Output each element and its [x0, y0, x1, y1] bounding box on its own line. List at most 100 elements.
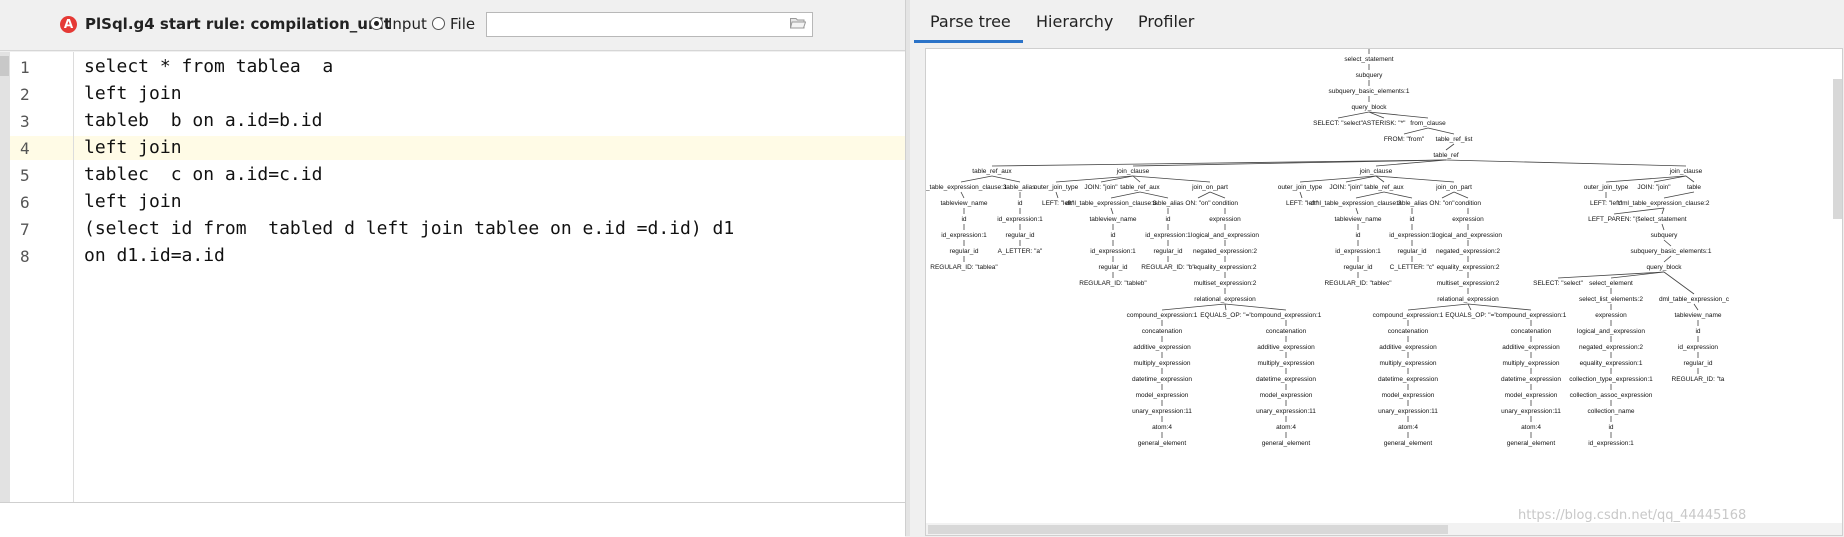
tree-node-id-expression-1[interactable]: id_expression:1: [997, 216, 1043, 223]
tree-node-multiply-expression[interactable]: multiply_expression: [1379, 360, 1436, 367]
tree-node-additive-expression[interactable]: additive_expression: [1133, 344, 1191, 351]
tree-node-regular-id[interactable]: regular_id: [1154, 248, 1183, 255]
tree-node-c-letter[interactable]: C_LETTER: "c": [1390, 264, 1435, 271]
tree-node-expression[interactable]: expression: [1595, 312, 1627, 319]
tree-node-select-list-elements-2[interactable]: select_list_elements:2: [1579, 296, 1643, 303]
tree-node-collection-assoc-expression[interactable]: collection_assoc_expression: [1570, 392, 1653, 399]
tree-node-relational-expression[interactable]: relational_expression: [1437, 296, 1499, 303]
tree-node-id-expression-1[interactable]: id_expression:1: [1335, 248, 1381, 255]
file-radio-label[interactable]: File: [450, 15, 475, 33]
tab-profiler[interactable]: Profiler: [1138, 12, 1194, 31]
tree-node-id[interactable]: id: [1165, 216, 1170, 223]
tree-node-id-expression-1[interactable]: id_expression:1: [1588, 440, 1634, 447]
tree-node-regular-id[interactable]: regular_id: [1006, 232, 1035, 239]
tree-node-select-elem[interactable]: select_element: [1589, 280, 1633, 287]
tree-node-model-expression[interactable]: model_expression: [1505, 392, 1558, 399]
tree-node-dml-clause-3[interactable]: dml_table_expression_clause:3: [1065, 200, 1156, 207]
tree-node-join-clause[interactable]: join_clause: [1116, 168, 1150, 175]
tree-node-multiset-expression-2[interactable]: multiset_expression:2: [1437, 280, 1500, 287]
tree-node-subquery[interactable]: subquery: [1651, 232, 1678, 239]
tree-node-select-tok[interactable]: SELECT: "select": [1533, 280, 1583, 287]
code-line[interactable]: (select id from tabled d left join table…: [84, 218, 734, 239]
tree-node-compound-expression-1[interactable]: compound_expression:1: [1496, 312, 1567, 319]
tree-node-concatenation[interactable]: concatenation: [1388, 328, 1429, 335]
tree-node-datetime-expression[interactable]: datetime_expression: [1501, 376, 1561, 383]
tree-node-model-expression[interactable]: model_expression: [1260, 392, 1313, 399]
tree-node-id-expression-1[interactable]: id_expression:1: [941, 232, 987, 239]
tree-node-dml-clause-2[interactable]: dml_table_expression_clause:2: [1618, 200, 1709, 207]
tree-node-id-expression-1[interactable]: id_expression:1: [1389, 232, 1435, 239]
tree-node-concatenation[interactable]: concatenation: [1266, 328, 1307, 335]
tree-node-multiply-expression[interactable]: multiply_expression: [1502, 360, 1559, 367]
horizontal-scrollbar-thumb[interactable]: [928, 525, 1448, 534]
tree-node-id[interactable]: id: [1017, 200, 1022, 207]
tree-node-additive-expression[interactable]: additive_expression: [1502, 344, 1560, 351]
file-path-input[interactable]: [486, 12, 813, 37]
tree-node-regular-id-tablec[interactable]: REGULAR_ID: "tablec": [1324, 280, 1392, 287]
tree-node-collection-name[interactable]: collection_name: [1588, 408, 1635, 415]
tree-node-a-letter[interactable]: A_LETTER: "a": [998, 248, 1043, 255]
tree-node-negated-expression-2[interactable]: negated_expression:2: [1579, 344, 1643, 351]
tree-node-join-on-part[interactable]: join_on_part: [1435, 184, 1472, 191]
tree-node-regular-id[interactable]: regular_id: [950, 248, 979, 255]
tree-node-tableview-name[interactable]: tableview_name: [1335, 216, 1382, 223]
code-line[interactable]: tablec c on a.id=c.id: [84, 164, 322, 185]
tree-node-join-tok[interactable]: JOIN: "join": [1084, 184, 1118, 191]
tree-node-table-ref-aux[interactable]: table_ref_aux: [1120, 184, 1160, 191]
tree-node-table-alias[interactable]: table_alias: [1396, 200, 1428, 207]
tree-node-id[interactable]: id: [1355, 232, 1360, 239]
tree-node-equality-expression-1[interactable]: equality_expression:1: [1580, 360, 1643, 367]
tree-node-logical-and-expression[interactable]: logical_and_expression: [1577, 328, 1645, 335]
tree-node-table-ref[interactable]: table_ref: [1433, 152, 1458, 159]
tree-node-subquery-basic-elements[interactable]: subquery_basic_elements:1: [1631, 248, 1712, 255]
code-line[interactable]: tableb b on a.id=b.id: [84, 110, 322, 131]
tree-node-dml-trunc[interactable]: dml_table_expression_c: [1659, 296, 1730, 303]
side-toggle-button[interactable]: [0, 56, 9, 76]
tree-node-additive-expression[interactable]: additive_expression: [1257, 344, 1315, 351]
tree-node-multiply-expression[interactable]: multiply_expression: [1133, 360, 1190, 367]
tree-node-collection-type-expression-1[interactable]: collection_type_expression:1: [1569, 376, 1653, 383]
parse-tree-view[interactable]: data_manipulation_language_statements:3s…: [925, 48, 1843, 536]
tree-node-select-statement-trunc[interactable]: select_statement: [1637, 216, 1686, 223]
vertical-scrollbar[interactable]: [1833, 79, 1842, 219]
tree-node-join-on-part[interactable]: join_on_part: [1191, 184, 1228, 191]
tree-node-unary-expression-11[interactable]: unary_expression:11: [1132, 408, 1192, 415]
tree-node-equality-expression-2[interactable]: equality_expression:2: [1194, 264, 1257, 271]
tree-node-logical-and-expression[interactable]: logical_and_expression: [1434, 232, 1502, 239]
tree-node-table-alias[interactable]: table_alias: [1152, 200, 1184, 207]
tree-node-condition[interactable]: condition: [1455, 200, 1481, 207]
tree-node-general-element[interactable]: general_element: [1507, 440, 1556, 447]
tree-node-logical-and-expression[interactable]: logical_and_expression: [1191, 232, 1259, 239]
tree-node-outer-join-type[interactable]: outer_join_type: [1034, 184, 1079, 191]
tree-node-compound-expression-1[interactable]: compound_expression:1: [1373, 312, 1444, 319]
tree-node-regular-id-trunc[interactable]: REGULAR_ID: "ta: [1672, 376, 1725, 383]
tree-node-tableview-trunc[interactable]: tableview_name: [1675, 312, 1722, 319]
tree-node-condition[interactable]: condition: [1212, 200, 1238, 207]
tree-node-concatenation[interactable]: concatenation: [1142, 328, 1183, 335]
tree-node-datetime-expression[interactable]: datetime_expression: [1132, 376, 1192, 383]
tree-node-on-tok[interactable]: ON: "on": [1185, 200, 1211, 207]
tree-node-outer-join-type[interactable]: outer_join_type: [1584, 184, 1629, 191]
tree-node-on-tok[interactable]: ON: "on": [1429, 200, 1455, 207]
input-radio[interactable]: [370, 17, 383, 30]
tree-node-subquery-basic-elements[interactable]: subquery_basic_elements:1: [1329, 88, 1410, 95]
tree-node-id[interactable]: id: [1110, 232, 1115, 239]
tree-node-atom-4[interactable]: atom:4: [1152, 424, 1172, 431]
code-line[interactable]: select * from tablea a: [84, 56, 333, 77]
tree-node-id[interactable]: id: [1409, 216, 1414, 223]
tree-node-asterisk-tok[interactable]: ASTERISK: "*": [1363, 120, 1407, 127]
code-line[interactable]: on d1.id=a.id: [84, 245, 225, 266]
tree-node-negated-expression-2[interactable]: negated_expression:2: [1436, 248, 1500, 255]
tree-node-regular-id[interactable]: regular_id: [1344, 264, 1373, 271]
tree-node-unary-expression-11[interactable]: unary_expression:11: [1256, 408, 1316, 415]
tree-node-from-tok[interactable]: FROM: "from": [1384, 136, 1425, 143]
tab-parse-tree[interactable]: Parse tree: [930, 12, 1011, 31]
tree-node-select-tok[interactable]: SELECT: "select": [1313, 120, 1363, 127]
tree-node-table-ref-aux[interactable]: table_ref_aux: [1364, 184, 1404, 191]
tree-node-subquery[interactable]: subquery: [1356, 72, 1383, 79]
tree-node-id-expression-1[interactable]: id_expression:1: [1145, 232, 1191, 239]
tree-node-datetime-expression[interactable]: datetime_expression: [1256, 376, 1316, 383]
tree-node-query-block[interactable]: query_block: [1646, 264, 1682, 271]
tree-node-dml-clause-3[interactable]: dml_table_expression_clause:3: [926, 184, 1007, 191]
tree-node-equals-op[interactable]: EQUALS_OP: "=": [1200, 312, 1252, 319]
